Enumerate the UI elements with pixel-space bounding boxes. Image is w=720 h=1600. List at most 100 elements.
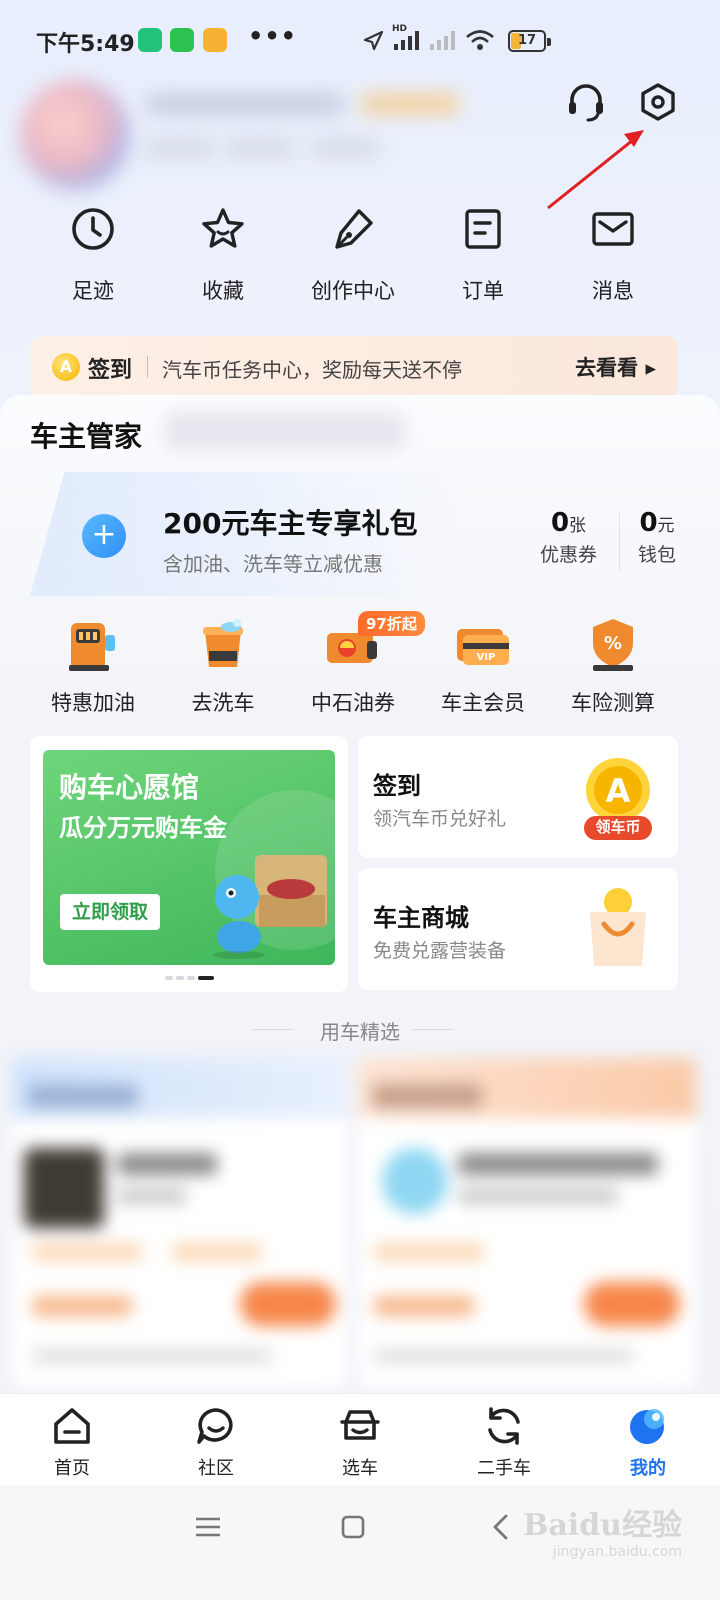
car-wash-bucket-icon [203, 619, 243, 667]
service-fuel[interactable]: 特惠加油 [28, 615, 158, 725]
signin-title: 签到 [88, 358, 133, 383]
home-icon [54, 1408, 90, 1444]
service-vip[interactable]: VIP 车主会员 [418, 615, 548, 725]
owner-mall-card[interactable]: 车主商城 免费兑露营装备 [358, 868, 678, 990]
service-label: 车主会员 [441, 691, 525, 715]
service-insurance[interactable]: % 车险测算 [548, 615, 678, 725]
fuel-pump-icon [69, 623, 115, 671]
wechat-icon [170, 28, 194, 52]
svg-text:A: A [606, 772, 631, 810]
svg-text:%: % [604, 633, 622, 654]
svg-text:VIP: VIP [477, 652, 496, 663]
divider [412, 1029, 454, 1030]
shortcut-footprint[interactable]: 足迹 [28, 205, 158, 305]
divider [147, 356, 148, 378]
coupon-unit: 张 [569, 516, 587, 536]
side-card-title: 车主商城 [373, 904, 469, 932]
star-icon [202, 208, 244, 248]
feed-section-title: 用车精选 [320, 1020, 400, 1044]
service-label: 车险测算 [571, 691, 655, 715]
car-select-icon [340, 1410, 380, 1440]
feed-card-left[interactable] [12, 1058, 348, 1388]
shortcut-label: 收藏 [202, 279, 244, 303]
shortcut-messages[interactable]: 消息 [548, 205, 678, 305]
wallet-stat[interactable]: 0元 钱包 [638, 508, 676, 567]
signin-desc: 汽车币任务中心，奖励每天送不停 [162, 358, 462, 382]
wish-banner[interactable]: 购车心愿馆 瓜分万元购车金 立即领取 [43, 750, 335, 965]
chat-app-icon [203, 28, 227, 52]
discount-tag: 97折起 [358, 611, 425, 636]
shield-app-icon [138, 28, 162, 52]
insurance-shield-icon: % [593, 619, 633, 671]
go-see-link[interactable]: 去看看 ▸ [575, 352, 656, 382]
wish-title: 购车心愿馆 [59, 771, 200, 804]
service-petrochina[interactable]: 97折起 中石油券 [288, 611, 425, 725]
claim-coin-badge: 领车币 [595, 818, 641, 836]
tab-label: 我的 [630, 1458, 666, 1479]
service-row: 特惠加油 去洗车 97折起 中石油券 VIP 车主会员 % 车险测算 [28, 611, 678, 725]
tab-label: 二手车 [477, 1458, 531, 1479]
battery-indicator: 17 [508, 30, 551, 52]
gift-subtitle: 含加油、洗车等立减优惠 [163, 552, 383, 576]
bottom-tab-bar: 首页 社区 选车 二手车 我的 [0, 1393, 720, 1485]
order-icon [465, 209, 501, 249]
divider [619, 512, 620, 572]
coin-icon: A [52, 353, 80, 381]
shortcut-creator-center[interactable]: 创作中心 [288, 205, 418, 305]
side-card-title: 签到 [373, 772, 421, 800]
watermark: Baidu经验 jingyan.baidu.com [523, 1500, 682, 1560]
more-notifications-icon: ••• [248, 22, 298, 50]
status-bar: 下午5:49 ••• HD 17 [0, 0, 720, 80]
signin-banner[interactable]: A 签到 汽车币任务中心，奖励每天送不停 去看看 ▸ [30, 336, 678, 398]
home-square-icon[interactable] [340, 1514, 366, 1540]
plus-icon[interactable]: + [82, 514, 126, 558]
settings-hexagon-icon[interactable] [636, 80, 680, 124]
wallet-unit: 元 [657, 516, 675, 536]
tab-community[interactable]: 社区 [144, 1394, 288, 1485]
shortcut-label: 创作中心 [311, 279, 395, 303]
shortcut-orders[interactable]: 订单 [418, 205, 548, 305]
gift-package-card[interactable]: + 200元车主专享礼包 含加油、洗车等立减优惠 0张 优惠券 0元 钱包 [30, 472, 678, 596]
tab-home[interactable]: 首页 [0, 1394, 144, 1485]
signin-card[interactable]: 签到 领汽车币兑好礼 A 领车币 [358, 736, 678, 858]
profile-icon [630, 1409, 664, 1444]
shortcut-label: 足迹 [72, 279, 114, 303]
tab-label: 首页 [54, 1458, 90, 1479]
tab-used-car[interactable]: 二手车 [432, 1394, 576, 1485]
pen-icon [335, 209, 373, 249]
location-arrow-icon [363, 30, 384, 51]
wish-subtitle: 瓜分万元购车金 [59, 814, 227, 842]
status-time: 下午5:49 [36, 32, 135, 57]
wallet-label: 钱包 [638, 544, 677, 566]
tab-label: 选车 [342, 1458, 378, 1479]
back-chevron-icon[interactable] [490, 1513, 510, 1541]
profile-header-blurred[interactable] [20, 75, 480, 190]
shortcut-label: 消息 [592, 279, 634, 303]
mail-icon [592, 212, 634, 246]
service-label: 特惠加油 [51, 691, 135, 715]
claim-now-button[interactable]: 立即领取 [60, 894, 160, 930]
mascot-icon [213, 855, 327, 959]
tab-choose-car[interactable]: 选车 [288, 1394, 432, 1485]
shortcut-row: 足迹 收藏 创作中心 订单 消息 [28, 205, 678, 305]
community-icon [197, 1408, 233, 1444]
wifi-icon [466, 30, 494, 50]
customer-service-headset-icon[interactable] [564, 80, 608, 124]
hd-label: HD [392, 24, 408, 34]
tab-mine[interactable]: 我的 [576, 1394, 720, 1485]
service-label: 去洗车 [191, 691, 255, 715]
tab-label: 社区 [198, 1458, 234, 1479]
gift-title: 200元车主专享礼包 [163, 507, 418, 540]
feed-card-right[interactable] [358, 1058, 696, 1388]
license-plate-blurred [165, 412, 405, 450]
shortcut-favorites[interactable]: 收藏 [158, 205, 288, 305]
service-carwash[interactable]: 去洗车 [158, 615, 288, 725]
menu-icon[interactable] [194, 1515, 222, 1539]
coupon-count: 0 [550, 508, 570, 538]
side-card-subtitle: 领汽车币兑好礼 [373, 808, 507, 830]
coupon-stat[interactable]: 0张 优惠券 [540, 508, 597, 567]
shopping-bag-icon [590, 888, 646, 966]
car-wish-hall-card[interactable]: 购车心愿馆 瓜分万元购车金 立即领取 [30, 736, 348, 992]
avatar [20, 80, 130, 190]
watermark-url: jingyan.baidu.com [552, 1544, 682, 1560]
